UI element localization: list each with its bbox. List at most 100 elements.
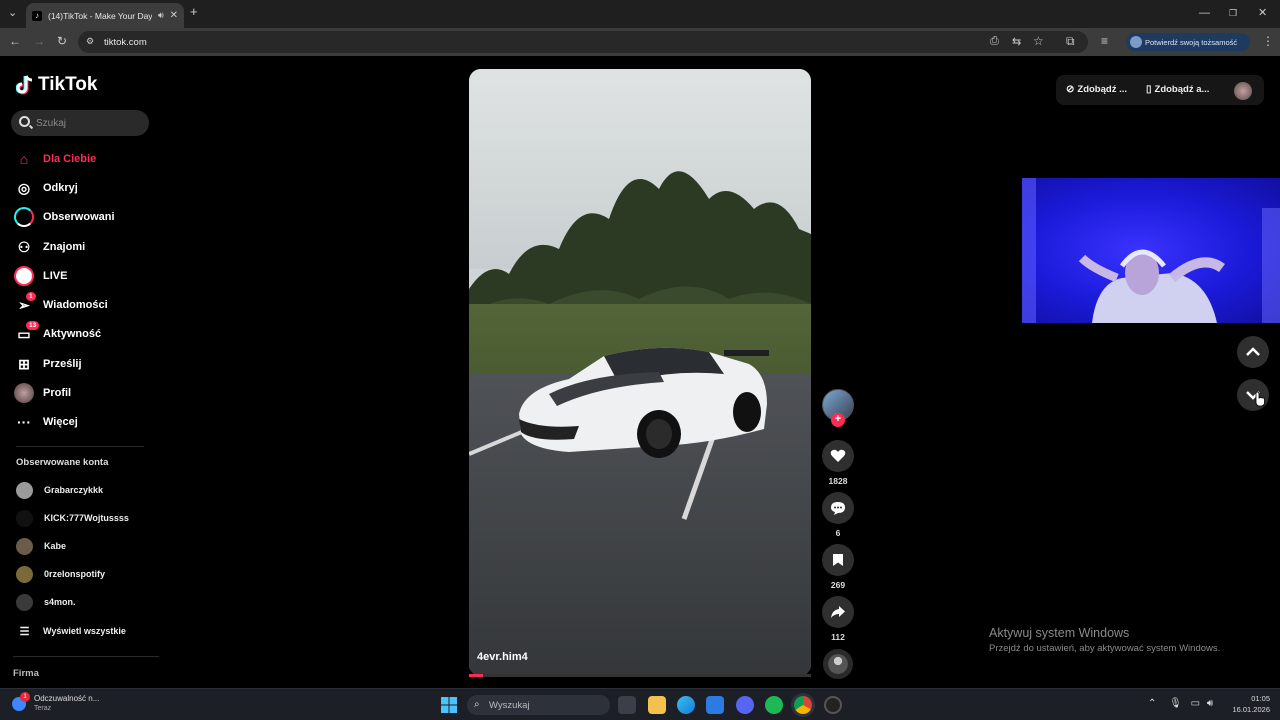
discord-icon[interactable] bbox=[736, 696, 754, 714]
previous-video-button[interactable] bbox=[1237, 336, 1269, 368]
sidebar-item-label: Znajomi bbox=[43, 241, 86, 253]
edge-icon[interactable] bbox=[677, 696, 695, 714]
notification-title: Odczuwalność n... bbox=[34, 694, 100, 703]
sidebar-item-obserwowani[interactable]: Obserwowani bbox=[14, 206, 115, 228]
sidebar-divider bbox=[16, 446, 144, 447]
sidebar-item-label: Odkryj bbox=[43, 182, 78, 194]
followed-account-name: KICK:777Wojtussss bbox=[44, 513, 129, 523]
verify-identity-button[interactable]: Potwierdź swoją tożsamość bbox=[1126, 33, 1250, 51]
translate-icon[interactable]: ⇆ bbox=[1012, 35, 1021, 48]
sidebar-item-więcej[interactable]: ··· Więcej bbox=[14, 411, 78, 433]
tab-search-icon[interactable]: ⌄ bbox=[8, 6, 17, 20]
follow-plus-icon[interactable]: + bbox=[831, 413, 845, 427]
save-button[interactable] bbox=[822, 544, 854, 576]
extensions-icon[interactable]: ⧉ bbox=[1066, 34, 1075, 49]
display-icon[interactable]: ▭ bbox=[1191, 698, 1200, 709]
like-button[interactable] bbox=[822, 440, 854, 472]
bookmark-icon bbox=[833, 554, 843, 566]
volume-icon[interactable]: 🔊︎ bbox=[1207, 698, 1213, 709]
store-icon[interactable] bbox=[706, 696, 724, 714]
restore-icon[interactable]: ❐ bbox=[1229, 6, 1237, 20]
new-tab-icon[interactable]: + bbox=[190, 5, 198, 19]
windows-search-box[interactable]: ⌕ Wyszukaj bbox=[467, 695, 610, 715]
sidebar-item-label: Prześlij bbox=[43, 358, 82, 370]
file-explorer-icon[interactable] bbox=[648, 696, 666, 714]
logo-text: TikTok bbox=[38, 74, 98, 95]
avatar bbox=[16, 537, 33, 555]
share-button[interactable] bbox=[822, 596, 854, 628]
tiktok-note-icon bbox=[16, 75, 33, 95]
sidebar-item-label: Wiadomości bbox=[43, 299, 108, 311]
comment-count: 6 bbox=[835, 528, 841, 538]
video-player[interactable] bbox=[469, 69, 811, 676]
sidebar-item-label: Aktywność bbox=[43, 328, 102, 340]
tab-title: (14)TikTok - Make Your Day bbox=[48, 10, 152, 21]
get-coins-button[interactable]: ⊘ Zdobądź ... bbox=[1066, 84, 1127, 95]
reading-list-icon[interactable]: ≡ bbox=[1101, 34, 1108, 48]
tiktok-logo[interactable]: TikTok bbox=[16, 74, 97, 96]
show-all-followed-link[interactable]: ☰ Wyświetl wszystkie bbox=[16, 622, 126, 640]
url-field[interactable]: ⚙ tiktok.com ⎙ ⇆ ☆ bbox=[78, 31, 1088, 53]
minimize-icon[interactable]: — bbox=[1199, 6, 1210, 20]
video-progress-bar[interactable] bbox=[469, 674, 811, 677]
search-input[interactable]: Szukaj bbox=[11, 110, 149, 136]
sidebar-item-label: Profil bbox=[43, 387, 72, 399]
sidebar-item-znajomi[interactable]: ⚇ Znajomi bbox=[14, 236, 85, 258]
tray-chevron-icon[interactable]: ⌃ bbox=[1148, 698, 1156, 709]
profile-icon bbox=[1130, 36, 1142, 48]
chrome-icon[interactable] bbox=[794, 696, 812, 714]
video-author[interactable]: 4evr.him4 bbox=[477, 651, 528, 663]
music-avatar bbox=[828, 654, 848, 674]
friends-icon: ⚇ bbox=[17, 238, 31, 255]
task-view-icon[interactable] bbox=[618, 696, 636, 714]
audio-playing-icon[interactable]: 🔊︎ bbox=[158, 10, 164, 21]
top-right-bar: ⊘ Zdobądź ... ▯ Zdobądź a... bbox=[1056, 75, 1264, 105]
followed-account-name: Grabarczykkk bbox=[44, 485, 104, 495]
tiktok-app-icon[interactable] bbox=[824, 696, 842, 714]
taskbar-search-icon: ⌕ bbox=[474, 699, 480, 710]
chevron-up-icon bbox=[1246, 347, 1260, 356]
avatar bbox=[16, 593, 33, 611]
get-coins-label: Zdobądź ... bbox=[1077, 84, 1127, 95]
close-window-icon[interactable]: ✕ bbox=[1258, 6, 1267, 20]
windows-start-icon[interactable] bbox=[441, 697, 457, 713]
followed-account[interactable]: Grabarczykkk bbox=[16, 481, 103, 499]
share-count: 112 bbox=[831, 632, 845, 642]
sidebar-item-wiadomości[interactable]: ➢ 1 Wiadomości bbox=[14, 292, 108, 316]
sidebar-item-dla-ciebie[interactable]: ⌂ Dla Ciebie bbox=[14, 148, 96, 170]
followed-account[interactable]: s4mon. bbox=[16, 593, 76, 611]
comment-button[interactable] bbox=[822, 492, 854, 524]
reload-icon[interactable]: ↻ bbox=[57, 34, 67, 48]
notification-badge: 1 bbox=[26, 292, 36, 301]
back-icon[interactable]: ← bbox=[9, 34, 21, 48]
company-heading[interactable]: Firma bbox=[13, 668, 39, 679]
user-avatar[interactable] bbox=[1234, 82, 1252, 100]
site-info-icon[interactable]: ⚙ bbox=[86, 36, 98, 48]
microphone-icon[interactable]: 🎙︎ bbox=[1169, 698, 1182, 709]
home-icon: ⌂ bbox=[19, 151, 29, 167]
followed-account[interactable]: Kabe bbox=[16, 537, 66, 555]
notification-subtitle: Teraz bbox=[34, 705, 52, 712]
taskbar-clock[interactable]: 01:05 16.01.2026 bbox=[1228, 693, 1270, 715]
get-app-label: Zdobądź a... bbox=[1154, 84, 1210, 95]
get-app-button[interactable]: ▯ Zdobądź a... bbox=[1146, 84, 1209, 95]
music-disc[interactable] bbox=[823, 649, 853, 679]
spotify-icon[interactable] bbox=[765, 696, 783, 714]
sidebar-item-label: Dla Ciebie bbox=[43, 153, 97, 165]
sidebar-item-live[interactable]: LIVE bbox=[14, 265, 67, 287]
followed-account[interactable]: KICK:777Wojtussss bbox=[16, 509, 129, 527]
system-tray[interactable]: ⌃ 🎙︎ ▭ 🔊︎ bbox=[1148, 698, 1213, 709]
install-app-icon[interactable]: ⎙ bbox=[990, 35, 999, 48]
sidebar-item-aktywność[interactable]: ▭ 13 Aktywność bbox=[14, 321, 102, 345]
followed-account[interactable]: 0rzelonspotify bbox=[16, 565, 105, 583]
chrome-menu-icon[interactable]: ⋮ bbox=[1262, 34, 1274, 48]
url-text: tiktok.com bbox=[104, 36, 147, 48]
share-icon bbox=[831, 606, 845, 618]
bookmark-star-icon[interactable]: ☆ bbox=[1033, 34, 1044, 48]
sidebar-item-odkryj[interactable]: ◎ Odkryj bbox=[14, 177, 78, 199]
forward-icon[interactable]: → bbox=[33, 34, 45, 48]
sidebar-item-prześlij[interactable]: ⊞ Prześlij bbox=[14, 353, 82, 375]
sidebar-item-profil[interactable]: Profil bbox=[14, 382, 71, 404]
browser-tab[interactable]: ♪ (14)TikTok - Make Your Day 🔊︎ ✕ bbox=[26, 3, 184, 28]
close-tab-icon[interactable]: ✕ bbox=[170, 10, 178, 21]
